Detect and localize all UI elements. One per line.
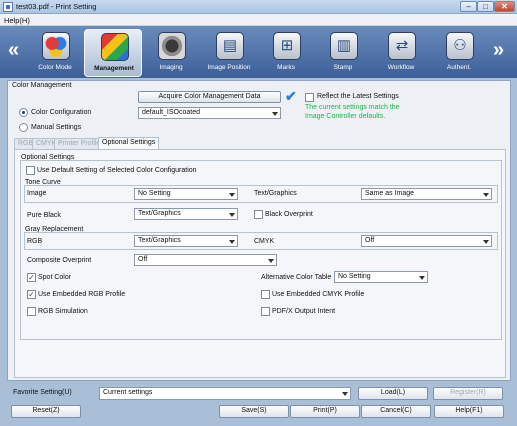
rgb-simulation-checkbox[interactable] — [27, 307, 36, 316]
composite-overprint-select[interactable]: Off — [134, 254, 277, 266]
text-graphics-tone-curve-select[interactable]: Same as Image — [361, 188, 492, 200]
use-embedded-cmyk-checkbox[interactable] — [261, 290, 270, 299]
image-position-icon: ▤ — [216, 32, 244, 60]
status-message-line2: Image Controller defaults. — [305, 113, 386, 120]
imaging-icon — [158, 32, 186, 60]
maximize-button[interactable]: □ — [477, 1, 494, 12]
pure-black-label: Pure Black — [27, 212, 61, 219]
tool-imaging[interactable]: Imaging — [142, 29, 200, 77]
load-button[interactable]: Load(L) — [358, 387, 428, 400]
rgb-gray-replacement-select[interactable]: Text/Graphics — [134, 235, 238, 247]
chevron-down-icon — [483, 240, 489, 244]
black-overprint-label: Black Overprint — [265, 211, 313, 218]
title-bar: test03.pdf - Print Setting – □ ✕ — [0, 0, 517, 14]
minimize-button[interactable]: – — [460, 1, 477, 12]
use-embedded-cmyk-label: Use Embedded CMYK Profile — [272, 291, 365, 298]
acquire-color-management-button[interactable]: Acquire Color Management Data — [138, 91, 281, 103]
manual-settings-label: Manual Settings — [31, 124, 82, 131]
chevron-down-icon — [229, 240, 235, 244]
pure-black-select[interactable]: Text/Graphics — [134, 208, 238, 220]
menu-help[interactable]: Help(H) — [4, 16, 30, 25]
tool-label: Image Position — [207, 64, 251, 71]
reflect-latest-label: Reflect the Latest Settings — [317, 93, 399, 100]
chevron-down-icon — [342, 392, 348, 396]
status-message-line1: The current settings match the — [305, 104, 400, 111]
tool-color-mode[interactable]: Color Mode — [26, 29, 84, 77]
chevron-down-icon — [229, 193, 235, 197]
favorite-setting-select[interactable]: Current settings — [99, 387, 351, 400]
tool-image-position[interactable]: ▤ Image Position — [200, 29, 258, 77]
chevron-down-icon — [272, 112, 278, 116]
chevron-down-icon — [268, 259, 274, 263]
color-mode-icon — [42, 32, 70, 60]
tool-label: Stamp — [333, 64, 353, 71]
cmyk-gray-replacement-select[interactable]: Off — [361, 235, 492, 247]
scroll-left-icon[interactable]: « — [8, 40, 19, 60]
cmyk-label: CMYK — [254, 238, 275, 245]
category-toolbar: « Color Mode Management Imaging ▤ Image … — [0, 26, 517, 78]
rgb-label: RGB — [27, 238, 43, 245]
rgb-simulation-label: RGB Simulation — [38, 308, 88, 315]
checkmark-icon: ✔ — [285, 88, 297, 104]
tool-label: Imaging — [159, 64, 183, 71]
tool-management[interactable]: Management — [84, 29, 142, 77]
pdfx-output-intent-checkbox[interactable] — [261, 307, 270, 316]
pdfx-output-intent-label: PDF/X Output Intent — [272, 308, 336, 315]
menu-bar: Help(H) — [0, 14, 517, 26]
spot-color-label: Spot Color — [38, 274, 72, 281]
image-tone-curve-select[interactable]: No Setting — [134, 188, 238, 200]
marks-icon: ⊞ — [273, 32, 301, 60]
reset-button[interactable]: Reset(Z) — [11, 405, 81, 418]
manual-settings-radio[interactable] — [19, 123, 28, 132]
cancel-button[interactable]: Cancel(C) — [361, 405, 431, 418]
spot-color-checkbox[interactable]: ✓ — [27, 273, 36, 282]
color-configuration-radio[interactable] — [19, 108, 28, 117]
favorite-setting-label: Favorite Setting(U) — [13, 389, 72, 396]
use-embedded-rgb-label: Use Embedded RGB Profile — [38, 291, 126, 298]
tool-label: Marks — [277, 64, 295, 71]
tool-marks[interactable]: ⊞ Marks — [257, 29, 315, 77]
tab-printer-profile[interactable]: Printer Profile — [54, 138, 105, 149]
tool-workflow[interactable]: ⇄ Workflow — [372, 29, 430, 77]
management-icon — [101, 33, 129, 61]
tool-label: Color Mode — [38, 64, 72, 71]
tool-authentication[interactable]: ⚇ Authent. — [430, 29, 488, 77]
color-management-heading: Color Management — [12, 82, 72, 89]
use-default-label: Use Default Setting of Selected Color Co… — [37, 167, 197, 174]
alternative-color-table-label: Alternative Color Table — [261, 274, 332, 281]
reflect-latest-checkbox[interactable] — [305, 93, 314, 102]
scroll-right-icon[interactable]: » — [493, 40, 504, 60]
tab-optional-settings[interactable]: Optional Settings — [98, 137, 160, 149]
chevron-down-icon — [229, 213, 235, 217]
alternative-color-table-select[interactable]: No Setting — [334, 271, 428, 283]
color-configuration-select[interactable]: default_ISOcoated — [138, 107, 281, 119]
authentication-icon: ⚇ — [446, 32, 474, 60]
window-title: test03.pdf - Print Setting — [16, 2, 97, 11]
tool-label: Workflow — [387, 64, 415, 71]
chevron-down-icon — [483, 193, 489, 197]
use-default-checkbox[interactable] — [26, 166, 35, 175]
text-graphics-label: Text/Graphics — [254, 190, 297, 197]
image-label: Image — [27, 190, 47, 197]
black-overprint-checkbox[interactable] — [254, 210, 263, 219]
workflow-icon: ⇄ — [388, 32, 416, 60]
color-configuration-label: Color Configuration — [31, 109, 92, 116]
help-button[interactable]: Help(F1) — [434, 405, 504, 418]
use-embedded-rgb-checkbox[interactable]: ✓ — [27, 290, 36, 299]
tool-label: Management — [94, 65, 134, 72]
tool-label: Authent. — [446, 64, 472, 71]
app-icon — [3, 2, 13, 12]
register-button[interactable]: Register(R) — [433, 387, 503, 400]
tool-stamp[interactable]: ▥ Stamp — [314, 29, 372, 77]
close-button[interactable]: ✕ — [494, 1, 515, 12]
chevron-down-icon — [419, 276, 425, 280]
print-button[interactable]: Print(P) — [290, 405, 360, 418]
save-button[interactable]: Save(S) — [219, 405, 289, 418]
composite-overprint-label: Composite Overprint — [27, 257, 92, 264]
stamp-icon: ▥ — [330, 32, 358, 60]
